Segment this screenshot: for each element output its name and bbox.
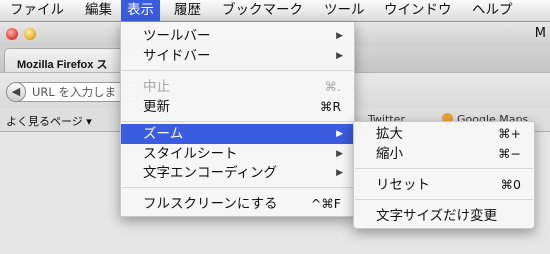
menu-item-label: ツールバー xyxy=(143,28,211,44)
menu-item-zoom-text-only[interactable]: 文字サイズだけ変更 xyxy=(354,206,534,226)
zoom-submenu-dropdown: 拡大 ⌘+ 縮小 ⌘− リセット ⌘0 文字サイズだけ変更 xyxy=(353,121,535,229)
bookmark-most-visited[interactable]: よく見るページ ▾ xyxy=(6,113,92,129)
menu-item-label: リセット xyxy=(376,177,430,193)
menu-item-label: ズーム xyxy=(143,126,184,142)
menu-item-label: 縮小 xyxy=(376,146,403,162)
menu-separator xyxy=(122,187,353,188)
back-arrow-icon: ◀ xyxy=(11,85,21,98)
menu-bookmarks[interactable]: ブックマーク xyxy=(216,0,309,21)
menu-item-zoom-in[interactable]: 拡大 ⌘+ xyxy=(354,124,534,144)
menu-item-shortcut: ⌘0 xyxy=(500,177,521,192)
menu-item-stylesheet[interactable]: スタイルシート ▶ xyxy=(121,144,354,164)
menu-separator xyxy=(355,199,533,200)
menu-window[interactable]: ウインドウ xyxy=(378,0,458,21)
submenu-arrow-icon: ▶ xyxy=(336,129,343,139)
menu-item-toolbars[interactable]: ツールバー ▶ xyxy=(121,26,354,46)
menu-item-label: 文字サイズだけ変更 xyxy=(376,208,498,224)
menu-help[interactable]: ヘルプ xyxy=(466,0,519,21)
submenu-arrow-icon: ▶ xyxy=(336,51,343,61)
menu-item-shortcut: ⌘. xyxy=(324,79,341,94)
minimize-window-button[interactable] xyxy=(24,28,36,40)
menu-item-label: フルスクリーンにする xyxy=(143,196,278,212)
menu-item-label: 中止 xyxy=(143,79,170,95)
menu-bar: ファイル 編集 表示 履歴 ブックマーク ツール ウインドウ ヘルプ xyxy=(0,0,550,22)
back-button[interactable]: ◀ xyxy=(6,82,26,102)
menu-item-shortcut: ⌘− xyxy=(498,146,521,161)
menu-edit[interactable]: 編集 xyxy=(79,0,118,21)
menu-item-sidebar[interactable]: サイドバー ▶ xyxy=(121,46,354,66)
menu-file[interactable]: ファイル xyxy=(4,0,70,21)
submenu-arrow-icon: ▶ xyxy=(336,31,343,41)
menu-separator xyxy=(122,121,353,122)
menu-separator xyxy=(355,168,533,169)
menu-history[interactable]: 履歴 xyxy=(168,0,207,21)
menu-item-zoom[interactable]: ズーム ▶ xyxy=(121,124,354,144)
menu-item-stop: 中止 ⌘. xyxy=(121,77,354,97)
menu-item-label: 文字エンコーディング xyxy=(143,165,278,181)
menu-item-shortcut: ⌘+ xyxy=(498,126,521,141)
view-menu-dropdown: ツールバー ▶ サイドバー ▶ 中止 ⌘. 更新 ⌘R ズーム ▶ スタイルシー… xyxy=(120,22,355,217)
menu-item-shortcut: ⌘R xyxy=(319,99,341,114)
window-title: M xyxy=(534,26,546,41)
menu-item-label: サイドバー xyxy=(143,48,211,64)
menu-item-label: 更新 xyxy=(143,99,170,115)
close-window-button[interactable] xyxy=(6,28,18,40)
submenu-arrow-icon: ▶ xyxy=(336,149,343,159)
menu-tools[interactable]: ツール xyxy=(318,0,371,21)
menu-item-zoom-out[interactable]: 縮小 ⌘− xyxy=(354,144,534,164)
menu-item-zoom-reset[interactable]: リセット ⌘0 xyxy=(354,175,534,195)
submenu-arrow-icon: ▶ xyxy=(336,168,343,178)
menu-view[interactable]: 表示 xyxy=(121,0,160,21)
menu-item-reload[interactable]: 更新 ⌘R xyxy=(121,97,354,117)
menu-separator xyxy=(122,70,353,71)
menu-item-label: スタイルシート xyxy=(143,146,238,162)
menu-item-text-encoding[interactable]: 文字エンコーディング ▶ xyxy=(121,163,354,183)
menu-item-label: 拡大 xyxy=(376,126,403,142)
menu-item-fullscreen[interactable]: フルスクリーンにする ^⌘F xyxy=(121,194,354,214)
menu-item-shortcut: ^⌘F xyxy=(310,196,341,211)
